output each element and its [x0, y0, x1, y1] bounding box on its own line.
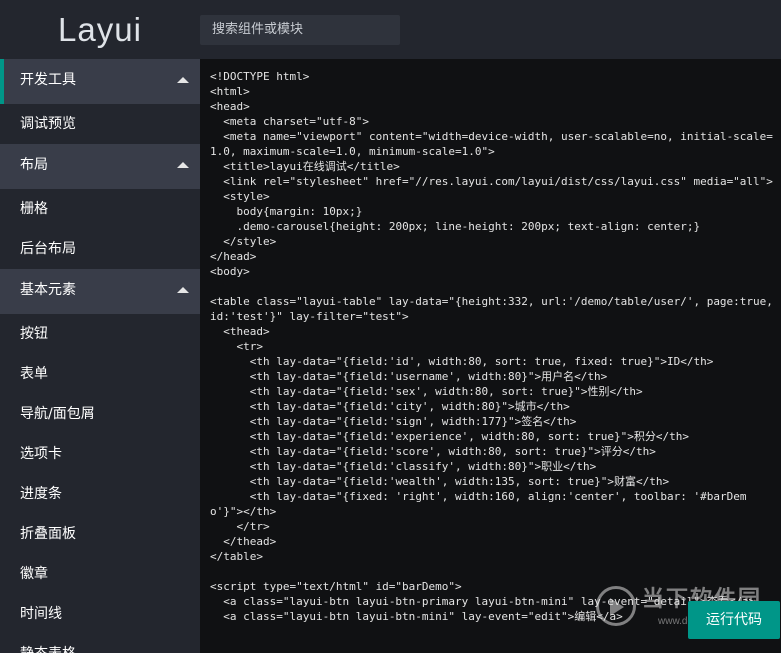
sidebar-item-timeline[interactable]: 时间线 — [0, 594, 200, 634]
app-window: Layui 搜索组件或模块 开发工具 调试预览 布局 栅格 后台布局 基本元素 … — [0, 0, 781, 653]
group-title-label: 布局 — [20, 157, 48, 173]
sidebar-item-button[interactable]: 按钮 — [0, 314, 200, 354]
sidebar: 开发工具 调试预览 布局 栅格 后台布局 基本元素 按钮 表单 导航/面包屑 选… — [0, 59, 200, 653]
sidebar-item-progress[interactable]: 进度条 — [0, 474, 200, 514]
group-dev-tools[interactable]: 开发工具 — [0, 59, 200, 104]
sidebar-item-debug-preview[interactable]: 调试预览 — [0, 104, 200, 144]
caret-up-icon — [177, 162, 189, 168]
group-layout[interactable]: 布局 — [0, 144, 200, 189]
code-editor[interactable]: <!DOCTYPE html> <html> <head> <meta char… — [200, 59, 781, 653]
sidebar-item-badge[interactable]: 徽章 — [0, 554, 200, 594]
group-title-label: 开发工具 — [20, 72, 76, 88]
run-code-button[interactable]: 运行代码 — [688, 601, 780, 639]
sidebar-item-tabs[interactable]: 选项卡 — [0, 434, 200, 474]
caret-up-icon — [177, 287, 189, 293]
sidebar-item-nav-breadcrumb[interactable]: 导航/面包屑 — [0, 394, 200, 434]
sidebar-item-grid[interactable]: 栅格 — [0, 189, 200, 229]
code-content[interactable]: <!DOCTYPE html> <html> <head> <meta char… — [200, 59, 781, 624]
top-header: Layui 搜索组件或模块 — [0, 0, 781, 59]
sidebar-item-static-table[interactable]: 静态表格 — [0, 634, 200, 653]
sidebar-item-form[interactable]: 表单 — [0, 354, 200, 394]
group-title-label: 基本元素 — [20, 282, 76, 298]
group-basic-elements[interactable]: 基本元素 — [0, 269, 200, 314]
sidebar-item-collapse[interactable]: 折叠面板 — [0, 514, 200, 554]
search-input[interactable]: 搜索组件或模块 — [200, 15, 400, 45]
layui-logo[interactable]: Layui — [0, 0, 200, 59]
caret-up-icon — [177, 77, 189, 83]
sidebar-item-admin-layout[interactable]: 后台布局 — [0, 229, 200, 269]
